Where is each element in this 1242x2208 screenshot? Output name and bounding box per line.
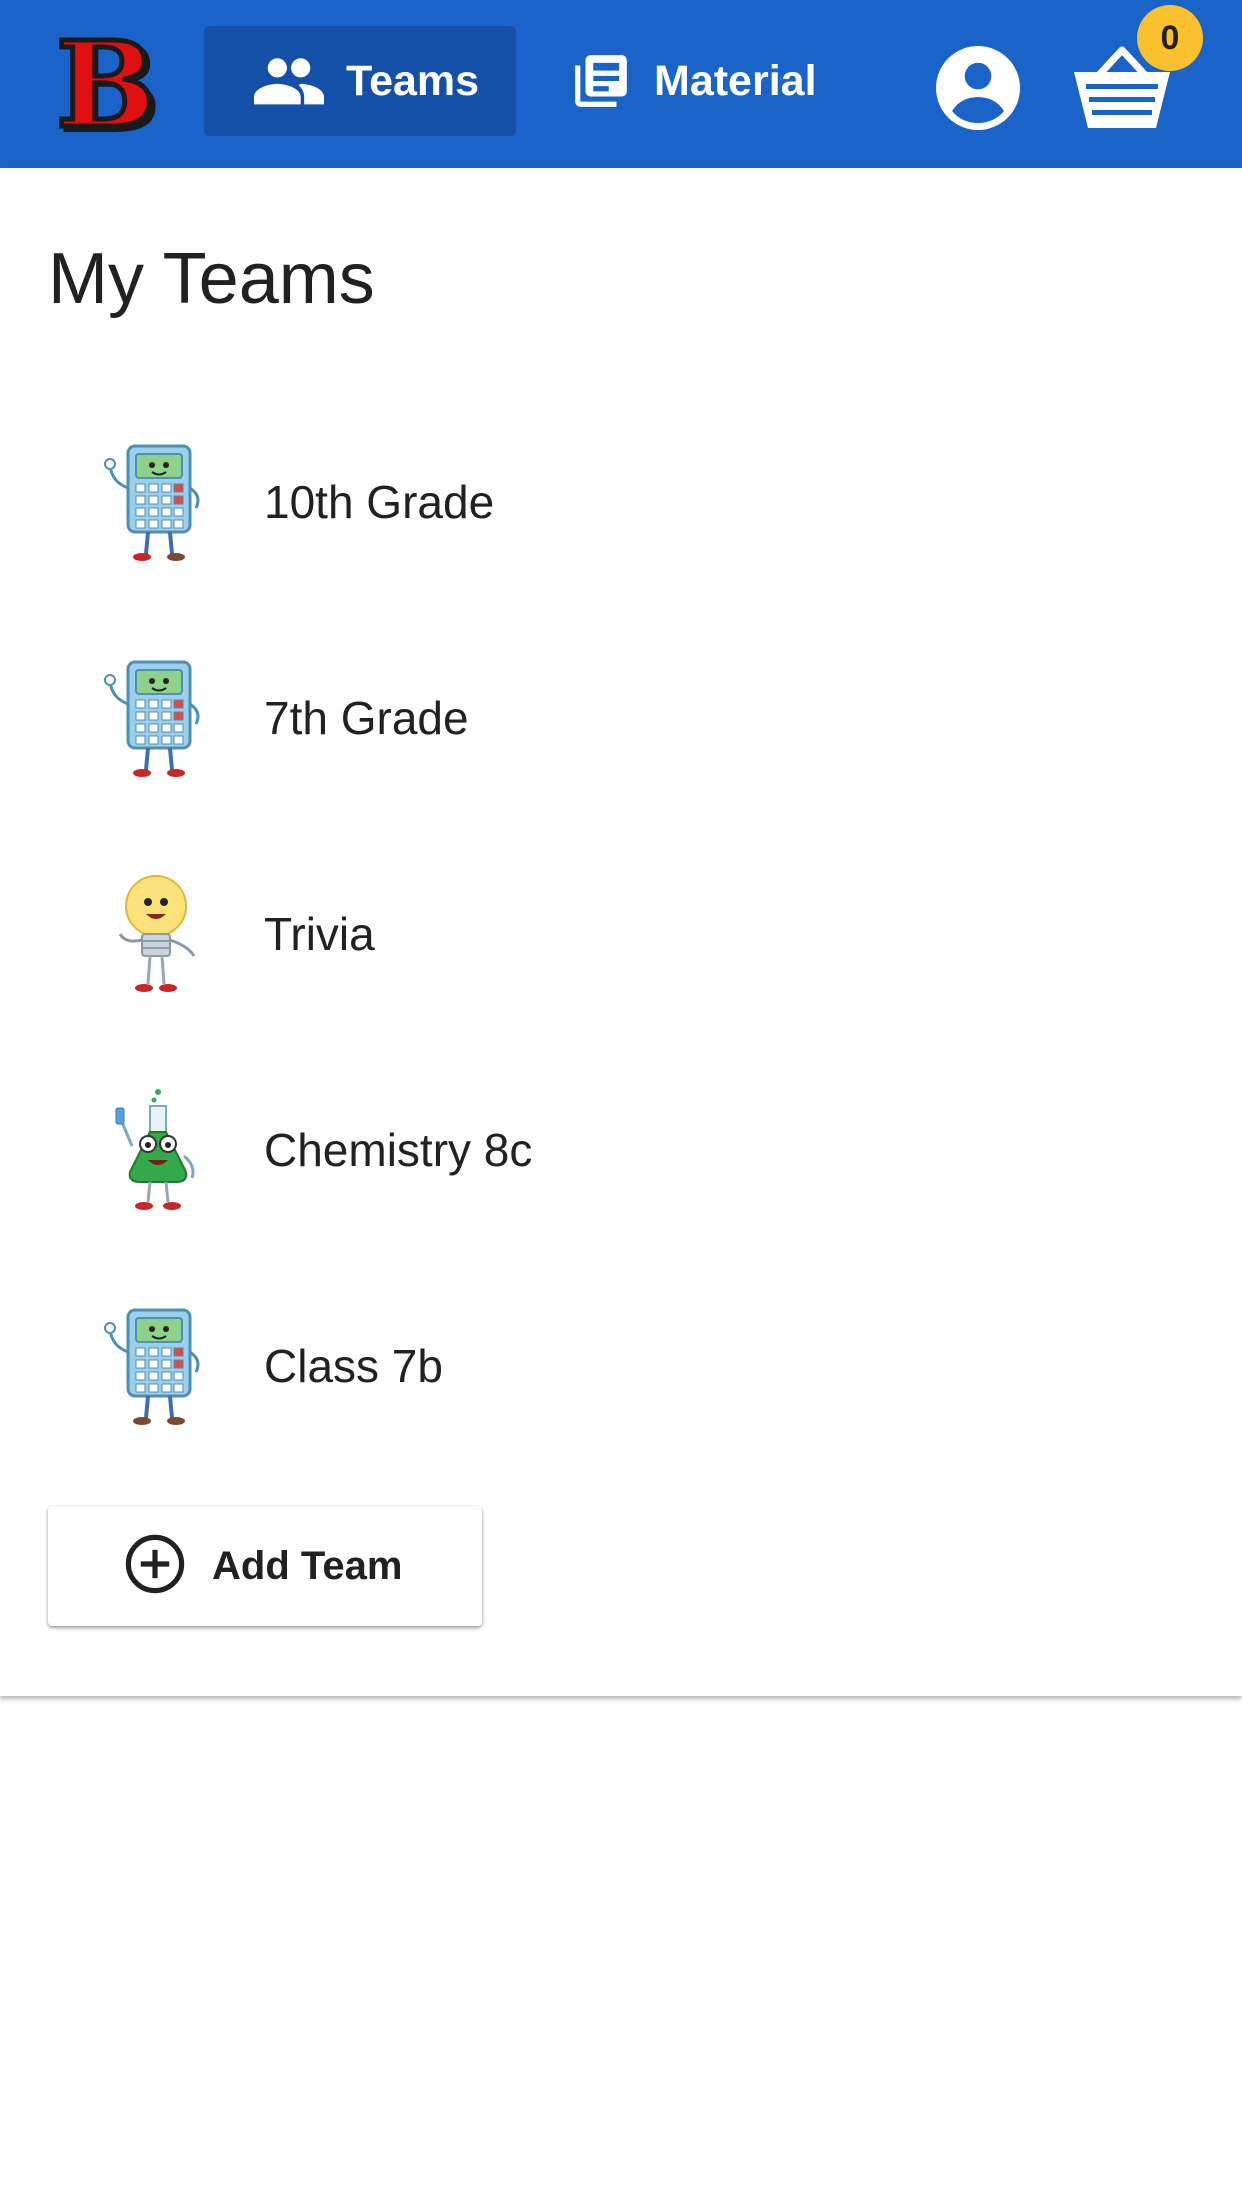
team-list: 10th Grade 7th Grade Trivia Chemistry 8c…	[0, 400, 1242, 1480]
add-team-button[interactable]: Add Team	[48, 1506, 482, 1626]
group-icon	[254, 56, 324, 106]
flask-mascot-avatar	[100, 1086, 212, 1216]
team-name: 10th Grade	[264, 476, 495, 528]
team-item[interactable]: 7th Grade	[0, 616, 1242, 832]
team-name: Trivia	[264, 908, 375, 960]
teams-card: My Teams 10th Grade 7th Grade Trivia Che…	[0, 168, 1242, 1696]
team-item[interactable]: Chemistry 8c	[0, 1048, 1242, 1264]
add-team-label: Add Team	[212, 1543, 403, 1588]
page-title: My Teams	[48, 239, 375, 319]
account-button[interactable]	[936, 46, 1020, 130]
svg-text:B: B	[56, 20, 156, 148]
team-item[interactable]: 10th Grade	[0, 400, 1242, 616]
cart-count-badge: 0	[1137, 5, 1203, 71]
nav-teams-label: Teams	[346, 56, 480, 105]
team-name: 7th Grade	[264, 692, 469, 744]
lightbulb-mascot-avatar	[100, 870, 212, 1000]
team-name: Class 7b	[264, 1340, 443, 1392]
brand-logo[interactable]: B B	[52, 13, 164, 163]
nav-teams-button[interactable]: Teams	[204, 26, 516, 136]
calculator-mascot-avatar	[100, 438, 212, 568]
add-circle-icon	[124, 1533, 186, 1600]
nav-material-label: Material	[654, 56, 817, 105]
newspaper-icon	[570, 50, 632, 112]
calculator-mascot-avatar	[100, 1302, 212, 1432]
team-item[interactable]: Trivia	[0, 832, 1242, 1048]
nav-material-button[interactable]: Material	[560, 26, 830, 136]
calculator-mascot-avatar	[100, 654, 212, 784]
app-bar: B B Teams Material 0	[0, 0, 1242, 168]
account-circle-icon	[936, 46, 1020, 130]
team-name: Chemistry 8c	[264, 1124, 533, 1176]
team-item[interactable]: Class 7b	[0, 1264, 1242, 1480]
